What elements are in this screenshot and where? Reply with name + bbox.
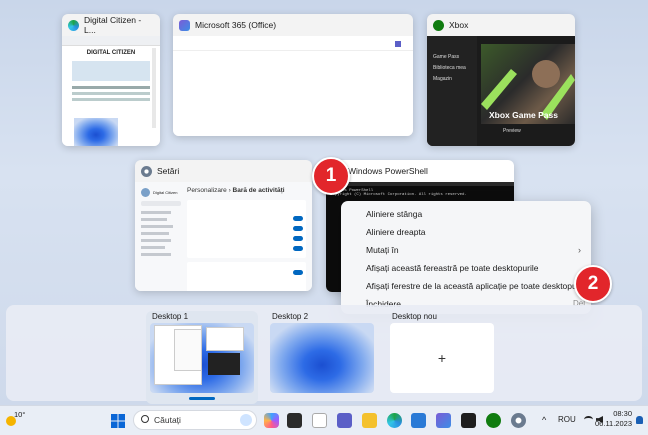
site-banner: DIGITAL CITIZEN (86, 50, 136, 56)
settings-user: Digital Citizen (153, 190, 178, 195)
plus-icon: + (437, 350, 447, 366)
notification-bell-icon[interactable] (636, 416, 643, 424)
taskbar-search[interactable]: Căutați (133, 410, 257, 430)
window-title: Windows PowerShell (348, 166, 428, 176)
weather-temp: 10° (14, 410, 26, 419)
window-digital-citizen[interactable]: Digital Citizen - L... DIGITAL CITIZEN (62, 14, 160, 146)
task-view-icon[interactable] (287, 413, 302, 428)
xbox-taskbar-icon[interactable] (486, 413, 501, 428)
desktop-label: Desktop 2 (272, 312, 309, 321)
search-icon (141, 415, 149, 423)
xbox-nav-item[interactable]: Magazin (433, 76, 477, 82)
microsoft-365-icon[interactable] (436, 413, 451, 428)
clock-date: 06.11.2023 (595, 419, 632, 428)
weather-widget[interactable]: 10° (6, 410, 28, 432)
menu-item-show-app-all-desktops[interactable]: Afișați ferestre de la această aplicație… (341, 277, 591, 295)
menu-item-snap-right[interactable]: Aliniere dreapta (341, 223, 591, 241)
new-desktop-button[interactable]: + (390, 323, 494, 393)
xbox-content: Game Pass Biblioteca mea Magazin Xbox Ga… (427, 36, 575, 146)
desktop-2-thumbnail (270, 323, 374, 393)
edge-taskbar-icon[interactable] (387, 413, 402, 428)
xbox-hero-image: Xbox Game Pass (481, 44, 575, 124)
chat-icon[interactable] (312, 413, 327, 428)
teams-icon[interactable] (337, 413, 352, 428)
clock[interactable]: 08:30 06.11.2023 (595, 409, 632, 429)
window-titlebar: Windows PowerShell (326, 160, 514, 182)
file-explorer-icon[interactable] (362, 413, 377, 428)
breadcrumb-current: Bară de activități (232, 187, 285, 194)
language-indicator[interactable]: ROU (558, 415, 576, 424)
taskbar: 10° Căutați ^ ROU 08:30 06.11.2023 (0, 405, 648, 435)
settings-gear-icon (141, 165, 152, 177)
context-menu: Aliniere stânga Aliniere dreapta Mutați … (341, 201, 591, 314)
menu-item-snap-left[interactable]: Aliniere stânga (341, 205, 591, 223)
step-badge-1: 1 (312, 157, 350, 195)
edge-icon (68, 19, 79, 31)
desktop-1[interactable]: Desktop 1 (146, 311, 258, 404)
settings-taskbar-icon[interactable] (511, 413, 526, 428)
xbox-nav-item[interactable]: Biblioteca mea (433, 65, 477, 71)
window-title: Xbox (449, 20, 469, 30)
start-button[interactable] (111, 414, 125, 428)
menu-item-label: Aliniere stânga (366, 209, 423, 219)
bing-icon (240, 414, 252, 426)
menu-item-label: Mutați în (366, 245, 399, 255)
menu-item-label: Afișați ferestre de la această aplicație… (366, 281, 589, 291)
menu-item-label: Aliniere dreapta (366, 227, 426, 237)
xbox-promo-title: Xbox Game Pass (489, 110, 558, 120)
window-titlebar: Microsoft 365 (Office) (173, 14, 413, 36)
window-settings[interactable]: Setări Digital Citizen Personalizare › B… (135, 160, 312, 291)
window-title: Microsoft 365 (Office) (195, 20, 277, 30)
virtual-desktops-bar: Desktop 1 Desktop 2 Desktop nou + (6, 305, 642, 404)
window-titlebar: Digital Citizen - L... (62, 14, 160, 36)
step-badge-2: 2 (574, 265, 612, 303)
search-placeholder: Căutați (154, 415, 181, 425)
window-titlebar: Setări (135, 160, 312, 182)
xbox-preview-button[interactable]: Preview (503, 128, 521, 134)
wifi-icon[interactable] (584, 416, 593, 423)
window-title: Setări (157, 166, 180, 176)
browser-content: DIGITAL CITIZEN (62, 36, 160, 146)
menu-item-show-window-all-desktops[interactable]: Afișați această fereastră pe toate deskt… (341, 259, 591, 277)
office-icon (179, 19, 190, 31)
window-title: Digital Citizen - L... (84, 15, 142, 35)
desktop-label: Desktop 1 (152, 312, 189, 321)
breadcrumb-parent[interactable]: Personalizare (187, 187, 227, 194)
window-xbox[interactable]: Xbox Game Pass Biblioteca mea Magazin Xb… (427, 14, 575, 146)
avatar (141, 188, 150, 197)
menu-item-move-to[interactable]: Mutați în › (341, 241, 591, 259)
store-icon[interactable] (411, 413, 426, 428)
copilot-icon[interactable] (264, 413, 279, 428)
tray-overflow-chevron-icon[interactable]: ^ (542, 415, 546, 425)
menu-item-label: Afișați această fereastră pe toate deskt… (366, 263, 539, 273)
desktop-label: Desktop nou (392, 312, 437, 321)
clock-time: 08:30 (613, 409, 632, 418)
xbox-nav-item[interactable]: Game Pass (433, 54, 477, 60)
console-line: Copyright (C) Microsoft Corporation. All… (330, 193, 467, 197)
windows-logo-icon (111, 414, 125, 428)
settings-content: Digital Citizen Personalizare › Bară de … (135, 182, 312, 291)
xbox-icon (433, 19, 444, 31)
chevron-right-icon: › (578, 245, 581, 255)
desktop-2[interactable]: Desktop 2 (270, 311, 374, 393)
window-titlebar: Xbox (427, 14, 575, 36)
desktop-1-thumbnail (150, 323, 254, 393)
office-content (173, 36, 413, 136)
window-microsoft-365[interactable]: Microsoft 365 (Office) (173, 14, 413, 136)
terminal-icon[interactable] (461, 413, 476, 428)
new-desktop[interactable]: Desktop nou + (390, 311, 494, 393)
